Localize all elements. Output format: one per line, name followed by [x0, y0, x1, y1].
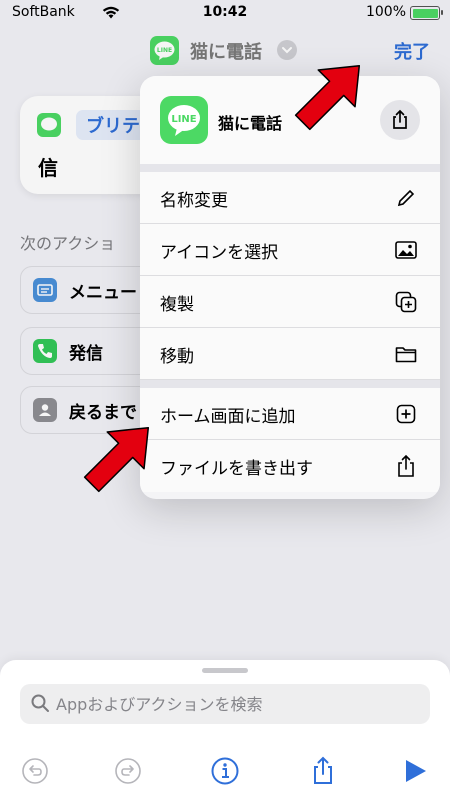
- info-icon[interactable]: [210, 756, 240, 786]
- menu-item-label: 複製: [160, 295, 194, 315]
- action-search-bar[interactable]: [20, 684, 430, 724]
- menu-shortcut-name: 猫に電話: [218, 114, 283, 133]
- pencil-icon: [397, 189, 415, 207]
- menu-item-label: 名称変更: [160, 191, 228, 211]
- menu-item-choose-icon[interactable]: アイコンを選択: [140, 224, 440, 276]
- annotation-arrow-top: [294, 64, 361, 131]
- menu-separator: [140, 380, 440, 388]
- menu-item-rename[interactable]: 名称変更: [140, 172, 440, 224]
- menu-item-label: 移動: [160, 347, 194, 367]
- search-icon: [31, 694, 49, 712]
- annotation-arrow-bottom: [83, 426, 150, 493]
- share-icon[interactable]: [308, 756, 338, 786]
- menu-item-add-to-home[interactable]: ホーム画面に追加: [140, 388, 440, 440]
- sheet-grabber[interactable]: [202, 668, 248, 673]
- action-search-sheet: [0, 660, 450, 800]
- image-icon: [395, 241, 417, 259]
- duplicate-icon: [395, 291, 417, 313]
- redo-icon[interactable]: [113, 756, 143, 786]
- menu-item-move[interactable]: 移動: [140, 328, 440, 380]
- export-icon: [398, 454, 414, 477]
- share-button[interactable]: [380, 100, 420, 140]
- share-icon: [393, 109, 407, 129]
- menu-item-label: ファイルを書き出す: [160, 459, 313, 479]
- action-search-input[interactable]: [56, 690, 416, 718]
- menu-item-export-file[interactable]: ファイルを書き出す: [140, 440, 440, 492]
- add-square-icon: [396, 404, 416, 424]
- line-logo-text: LINE: [171, 114, 196, 125]
- undo-icon[interactable]: [20, 756, 50, 786]
- menu-item-duplicate[interactable]: 複製: [140, 276, 440, 328]
- menu-separator: [140, 164, 440, 172]
- play-icon[interactable]: [400, 756, 430, 786]
- line-app-icon-large: LINE: [160, 96, 208, 144]
- folder-icon: [395, 347, 417, 363]
- menu-item-label: アイコンを選択: [160, 243, 279, 263]
- menu-item-label: ホーム画面に追加: [160, 407, 296, 427]
- editor-toolbar: [0, 750, 450, 794]
